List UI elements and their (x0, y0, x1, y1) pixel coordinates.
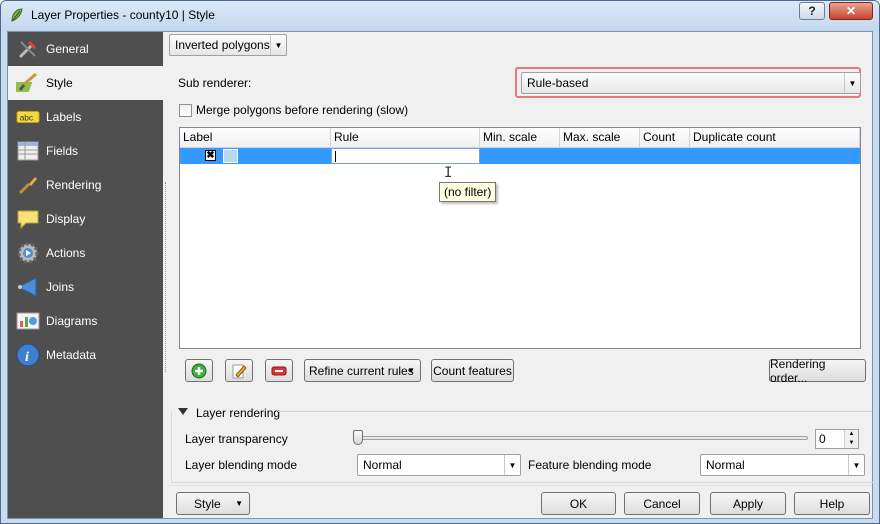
dialog-client: General Style abc Labels Fields Renderin… (7, 31, 875, 519)
style-panel: Inverted polygons ▼ Sub renderer: Rule-b… (168, 32, 875, 518)
sub-renderer-select[interactable]: Rule-based ▼ (521, 72, 861, 94)
help-button[interactable]: Help (794, 492, 870, 515)
rendering-icon (16, 173, 40, 197)
merge-polygons-label: Merge polygons before rendering (slow) (196, 103, 409, 117)
style-menu-button[interactable]: Style ▼ (176, 492, 250, 515)
symbol-swatch[interactable] (223, 149, 238, 163)
metadata-icon: i (16, 343, 40, 367)
sidebar-item-rendering[interactable]: Rendering (8, 168, 163, 202)
feature-blend-select[interactable]: Normal ▼ (700, 454, 865, 476)
chevron-down-icon: ▼ (844, 73, 860, 93)
transparency-slider-handle[interactable] (353, 430, 363, 445)
layer-blend-label: Layer blending mode (185, 458, 298, 472)
close-window-button[interactable]: ✕ (829, 2, 873, 20)
joins-icon (16, 275, 40, 299)
refine-rules-label: Refine current rules (309, 363, 414, 378)
column-header-rule[interactable]: Rule (331, 128, 480, 148)
edit-icon (232, 364, 247, 378)
column-header-duplicate-count[interactable]: Duplicate count (690, 128, 860, 148)
svg-text:abc: abc (20, 113, 33, 123)
rule-tooltip: (no filter) (439, 182, 497, 202)
fields-icon (16, 139, 40, 163)
feature-blend-label: Feature blending mode (528, 458, 652, 472)
refine-rules-button[interactable]: Refine current rules ▼ (304, 359, 421, 382)
apply-button[interactable]: Apply (710, 492, 786, 515)
sub-renderer-label: Sub renderer: (178, 76, 252, 90)
remove-icon (271, 366, 287, 375)
renderer-type-value: Inverted polygons (175, 38, 270, 52)
cancel-button[interactable]: Cancel (624, 492, 700, 515)
add-rule-button[interactable] (185, 359, 213, 382)
style-menu-label: Style (194, 496, 221, 511)
column-header-max-scale[interactable]: Max. scale (560, 128, 640, 148)
sidebar-item-label: Actions (46, 246, 86, 260)
column-header-label[interactable]: Label (180, 128, 331, 148)
column-header-count[interactable]: Count (640, 128, 690, 148)
sidebar: General Style abc Labels Fields Renderin… (8, 32, 163, 518)
ibeam-cursor-icon: I (444, 165, 453, 181)
sidebar-item-style[interactable]: Style (8, 66, 163, 100)
ok-button[interactable]: OK (541, 492, 616, 515)
sidebar-item-joins[interactable]: Joins (8, 270, 163, 304)
rule-enabled-checkbox[interactable]: ✖ (205, 150, 216, 161)
edit-rule-button[interactable] (225, 359, 253, 382)
remove-rule-button[interactable] (265, 359, 293, 382)
layer-properties-window: Layer Properties - county10 | Style ? ✕ … (0, 0, 880, 524)
sidebar-item-label: Diagrams (46, 314, 98, 328)
chevron-down-icon: ▼ (504, 455, 520, 475)
layer-blend-select[interactable]: Normal ▼ (357, 454, 521, 476)
sidebar-item-labels[interactable]: abc Labels (8, 100, 163, 134)
renderer-type-select[interactable]: Inverted polygons ▼ (169, 34, 287, 56)
rules-table[interactable]: Label Rule Min. scale Max. scale Count D… (179, 127, 861, 349)
footer-divider (168, 485, 872, 486)
chevron-down-icon: ▼ (270, 35, 286, 55)
sidebar-item-fields[interactable]: Fields (8, 134, 163, 168)
sidebar-item-label: Rendering (46, 178, 102, 192)
dropdown-arrow-icon: ▼ (407, 366, 415, 375)
add-icon (191, 363, 207, 378)
sidebar-item-label: General (46, 42, 89, 56)
spin-arrows-icon[interactable]: ▲ ▼ (844, 430, 858, 448)
chevron-down-icon: ▼ (848, 455, 864, 475)
sidebar-item-label: Display (46, 212, 86, 226)
table-row[interactable] (180, 148, 860, 164)
help-title-button[interactable]: ? (799, 2, 825, 20)
sidebar-item-label: Style (46, 76, 73, 90)
dropdown-arrow-icon: ▼ (235, 499, 243, 508)
feature-blend-value: Normal (706, 458, 745, 472)
transparency-slider[interactable] (358, 436, 808, 440)
sidebar-item-label: Joins (46, 280, 75, 294)
merge-polygons-checkbox[interactable] (179, 104, 192, 117)
column-header-min-scale[interactable]: Min. scale (480, 128, 560, 148)
sub-renderer-value: Rule-based (527, 76, 589, 90)
sidebar-item-display[interactable]: Display (8, 202, 163, 236)
actions-icon (16, 241, 40, 265)
count-features-button[interactable]: Count features (431, 359, 514, 382)
diagrams-icon (16, 309, 40, 333)
text-caret (335, 151, 336, 162)
display-icon (16, 207, 40, 231)
layer-blend-value: Normal (363, 458, 402, 472)
sidebar-item-label: Fields (46, 144, 79, 158)
sidebar-item-label: Labels (46, 110, 82, 124)
transparency-value: 0 (819, 432, 826, 446)
sidebar-item-label: Metadata (46, 348, 97, 362)
rendering-order-button[interactable]: Rendering order... (769, 357, 866, 385)
sidebar-item-diagrams[interactable]: Diagrams (8, 304, 163, 338)
window-title: Layer Properties - county10 | Style (31, 8, 215, 22)
svg-text:i: i (25, 350, 29, 365)
transparency-spinbox[interactable]: 0 ▲ ▼ (815, 429, 859, 449)
qgis-icon (11, 8, 23, 22)
labels-icon: abc (16, 105, 40, 129)
rule-edit-field[interactable] (331, 148, 480, 164)
sidebar-item-metadata[interactable]: i Metadata (8, 338, 163, 372)
sidebar-item-general[interactable]: General (8, 32, 163, 66)
title-bar: Layer Properties - county10 | Style ? ✕ (1, 1, 879, 31)
sidebar-item-actions[interactable]: Actions (8, 236, 163, 270)
transparency-label: Layer transparency (185, 432, 288, 446)
style-icon (16, 71, 40, 95)
tools-icon (16, 37, 40, 61)
